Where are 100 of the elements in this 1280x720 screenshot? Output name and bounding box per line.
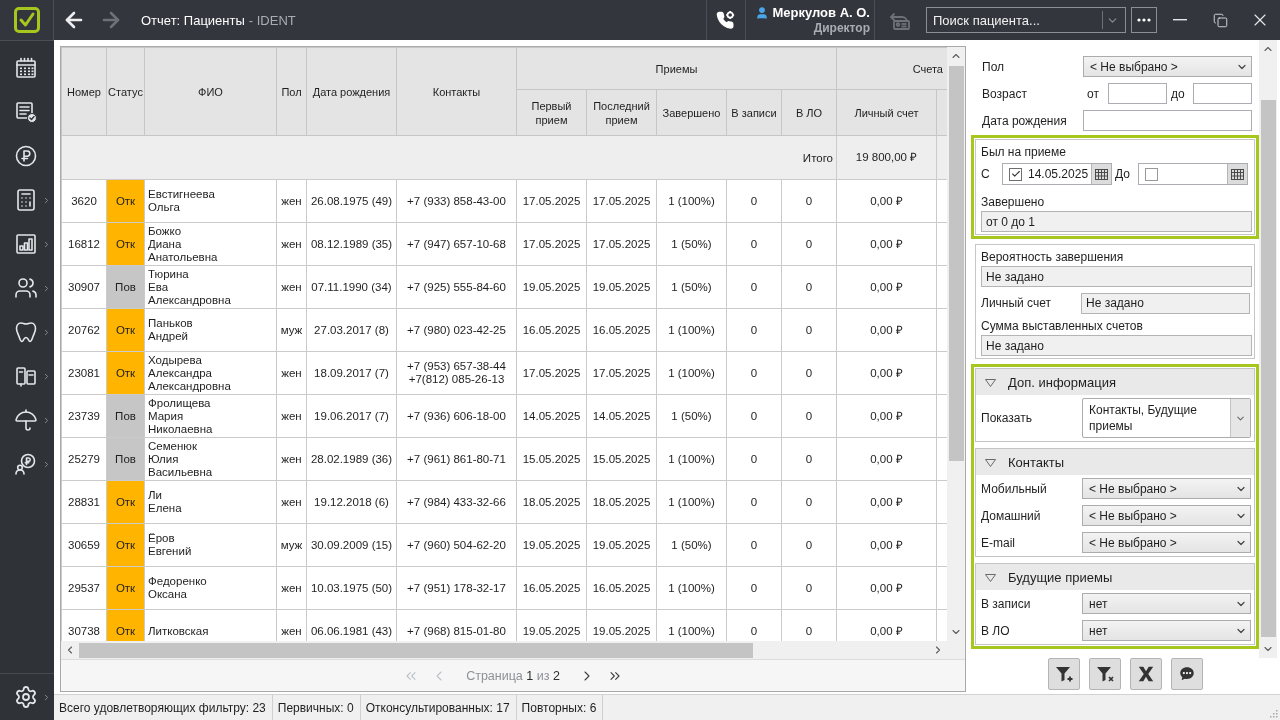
field-label: от xyxy=(1086,86,1100,101)
calendar-button[interactable] xyxy=(1091,164,1111,184)
calendar-button[interactable] xyxy=(1227,164,1247,184)
group-title: Был на приеме xyxy=(981,144,1067,161)
scrollbar-thumb[interactable] xyxy=(1260,100,1276,637)
table-cell: жен xyxy=(276,566,307,610)
column-header[interactable]: Последний прием xyxy=(586,89,657,136)
table-cell: 17.05.2025 xyxy=(516,222,587,266)
table-cell: 1 (100%) xyxy=(656,179,727,223)
value-field[interactable]: от 0 до 1 xyxy=(981,211,1252,232)
table-cell: 17.05.2025 xyxy=(586,222,657,266)
status-text: Повторных: 6 xyxy=(516,695,604,720)
table-cell: жен xyxy=(276,179,307,223)
dropdown[interactable]: < Не выбрано > xyxy=(1082,478,1251,499)
section-header[interactable]: Доп. информация xyxy=(976,369,1254,395)
apply-filter-button[interactable] xyxy=(1047,658,1080,690)
status-cell: Отк xyxy=(106,351,145,395)
chevron-right-icon xyxy=(42,327,51,337)
dropdown[interactable]: < Не выбрано > xyxy=(1083,56,1252,77)
table-cell: 0 xyxy=(781,351,837,395)
table-cell: 0 xyxy=(781,179,837,223)
totals-value: 19 800,00 ₽ xyxy=(836,135,937,180)
comment-button[interactable] xyxy=(1170,658,1203,690)
section-header[interactable]: Контакты xyxy=(976,449,1254,475)
value-field[interactable]: Не задано xyxy=(981,266,1252,287)
table-cell: 30907 xyxy=(61,265,107,309)
scrollbar-thumb[interactable] xyxy=(79,642,753,658)
column-header[interactable]: В записи xyxy=(726,89,782,136)
table-cell: 07.11.1990 (34) xyxy=(306,265,397,309)
table-cell: 0 xyxy=(781,222,837,266)
user-role: Директор xyxy=(813,20,870,36)
status-cell: Пов xyxy=(106,437,145,481)
table-cell: Федоренко Оксана xyxy=(144,566,277,610)
column-header[interactable]: Дата рождения xyxy=(306,47,397,136)
column-header[interactable]: ФИО xyxy=(144,47,277,136)
status-cell: Отк xyxy=(106,179,145,223)
table-cell: 3620 xyxy=(61,179,107,223)
table-cell: 28831 xyxy=(61,480,107,524)
field-label: Пол xyxy=(982,59,1005,74)
clear-filter-button[interactable] xyxy=(1088,658,1121,690)
ruble-icon xyxy=(14,144,38,168)
date-picker[interactable] xyxy=(1138,163,1248,185)
value-field[interactable]: Не задано xyxy=(1081,292,1250,314)
vertical-scrollbar[interactable] xyxy=(1259,40,1277,658)
table-cell: 0 xyxy=(781,480,837,524)
table-cell: 17.05.2025 xyxy=(516,351,587,395)
table-cell: 08.12.1989 (35) xyxy=(306,222,397,266)
input-field[interactable] xyxy=(1083,110,1252,131)
table-cell: 16812 xyxy=(61,222,107,266)
table-cell: 0 xyxy=(726,437,782,481)
column-header[interactable]: Личный счет xyxy=(836,89,937,136)
table-cell: +7 (947) 657-10-68 xyxy=(396,222,517,266)
field-label: Показать xyxy=(981,411,1032,425)
vertical-scrollbar[interactable] xyxy=(947,47,965,641)
multi-select[interactable]: Контакты, Будущие приемы xyxy=(1082,398,1251,438)
dropdown[interactable]: < Не выбрано > xyxy=(1082,505,1251,526)
column-header[interactable]: Завершено xyxy=(656,89,727,136)
table-cell: 0 xyxy=(726,394,782,438)
scrollbar-thumb[interactable] xyxy=(948,66,964,461)
table-cell: 0,00 ₽ xyxy=(836,394,937,438)
column-header[interactable]: Статус xyxy=(106,47,145,136)
table-cell: 1 (100%) xyxy=(656,566,727,610)
table-cell: муж xyxy=(276,308,307,352)
more-icon xyxy=(1137,18,1151,22)
status-text: Отконсультированных: 17 xyxy=(360,695,517,720)
dropdown[interactable]: < Не выбрано > xyxy=(1082,532,1251,553)
column-header[interactable]: Первый прием xyxy=(516,89,587,136)
table-cell: 1 (100%) xyxy=(656,480,727,524)
more-button[interactable] xyxy=(1131,7,1157,33)
table-cell: 0 xyxy=(726,308,782,352)
export-button[interactable] xyxy=(1129,658,1162,690)
checkbox[interactable] xyxy=(1009,167,1022,181)
table-cell: 0 xyxy=(726,222,782,266)
table-cell: 1 (50%) xyxy=(656,222,727,266)
value-field[interactable]: Не задано xyxy=(981,335,1252,356)
table-cell: 1 (50%) xyxy=(656,394,727,438)
section-header[interactable]: Будущие приемы xyxy=(976,564,1254,590)
table-cell: +7 (961) 861-80-71 xyxy=(396,437,517,481)
dropdown[interactable]: нет xyxy=(1082,593,1251,614)
column-header[interactable]: Контакты xyxy=(396,47,517,136)
column-header[interactable]: Пол xyxy=(276,47,307,136)
status-text: Всего удовлетворяющих фильтру: 23 xyxy=(54,695,273,720)
table-cell: +7 (936) 606-18-00 xyxy=(396,394,517,438)
input-field[interactable] xyxy=(1193,83,1252,104)
field-label: Дата рождения xyxy=(982,113,1067,128)
dropdown[interactable]: нет xyxy=(1082,620,1251,641)
input-field[interactable] xyxy=(1108,83,1167,104)
table-cell: 18.05.2025 xyxy=(586,480,657,524)
chevron-right-icon xyxy=(42,692,51,702)
chevron-right-icon xyxy=(42,459,51,469)
table-cell: 0,00 ₽ xyxy=(836,222,937,266)
date-picker[interactable]: 14.05.2025 xyxy=(1002,163,1112,185)
checkbox[interactable] xyxy=(1145,167,1158,181)
column-header[interactable]: В ЛО xyxy=(781,89,837,136)
field-label: Завершено xyxy=(981,194,1046,211)
column-header[interactable]: Номер xyxy=(61,47,107,136)
table-cell: 18.09.2017 (7) xyxy=(306,351,397,395)
horizontal-scrollbar[interactable] xyxy=(61,641,947,659)
table-cell: 0 xyxy=(726,265,782,309)
table-cell: 0 xyxy=(781,566,837,610)
